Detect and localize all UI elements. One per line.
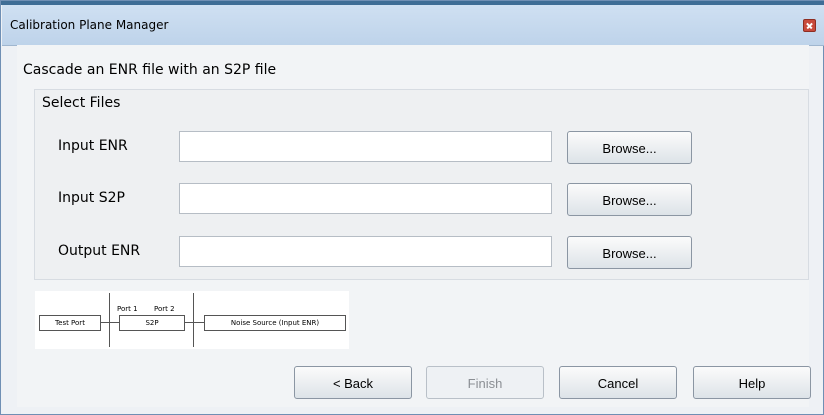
finish-button[interactable]: Finish [426,366,544,399]
cancel-button[interactable]: Cancel [559,366,677,399]
calibration-plane-manager-window: Calibration Plane Manager Cascade an ENR… [0,0,824,415]
diagram-port2-plane [193,293,194,347]
close-icon[interactable] [803,19,816,32]
back-button[interactable]: < Back [294,366,412,399]
output-enr-label: Output ENR [58,243,141,259]
diagram-test-port: Test Port [39,315,101,331]
diagram-s2p: S2P [119,315,185,331]
window-title: Calibration Plane Manager [10,18,169,32]
diagram-noise-source: Noise Source (Input ENR) [204,315,346,331]
input-s2p-browse-button[interactable]: Browse... [567,183,692,216]
input-s2p-label: Input S2P [58,190,125,206]
output-enr-browse-button[interactable]: Browse... [567,236,692,269]
select-files-title: Select Files [42,95,121,111]
help-button[interactable]: Help [693,366,811,399]
diagram-port2-label: Port 2 [154,305,175,313]
output-enr-field[interactable] [179,236,552,267]
input-enr-field[interactable] [179,131,552,162]
diagram-connector-1 [99,322,119,323]
input-s2p-field[interactable] [179,183,552,214]
cascade-diagram: Test Port Port 1 Port 2 S2P Noise Source… [35,291,349,349]
diagram-port1-label: Port 1 [117,305,138,313]
page-heading: Cascade an ENR file with an S2P file [23,62,277,78]
title-bar: Calibration Plane Manager [2,5,824,46]
input-enr-browse-button[interactable]: Browse... [567,131,692,164]
diagram-port1-plane [109,293,110,347]
input-enr-label: Input ENR [58,138,128,154]
diagram-connector-2 [184,322,204,323]
